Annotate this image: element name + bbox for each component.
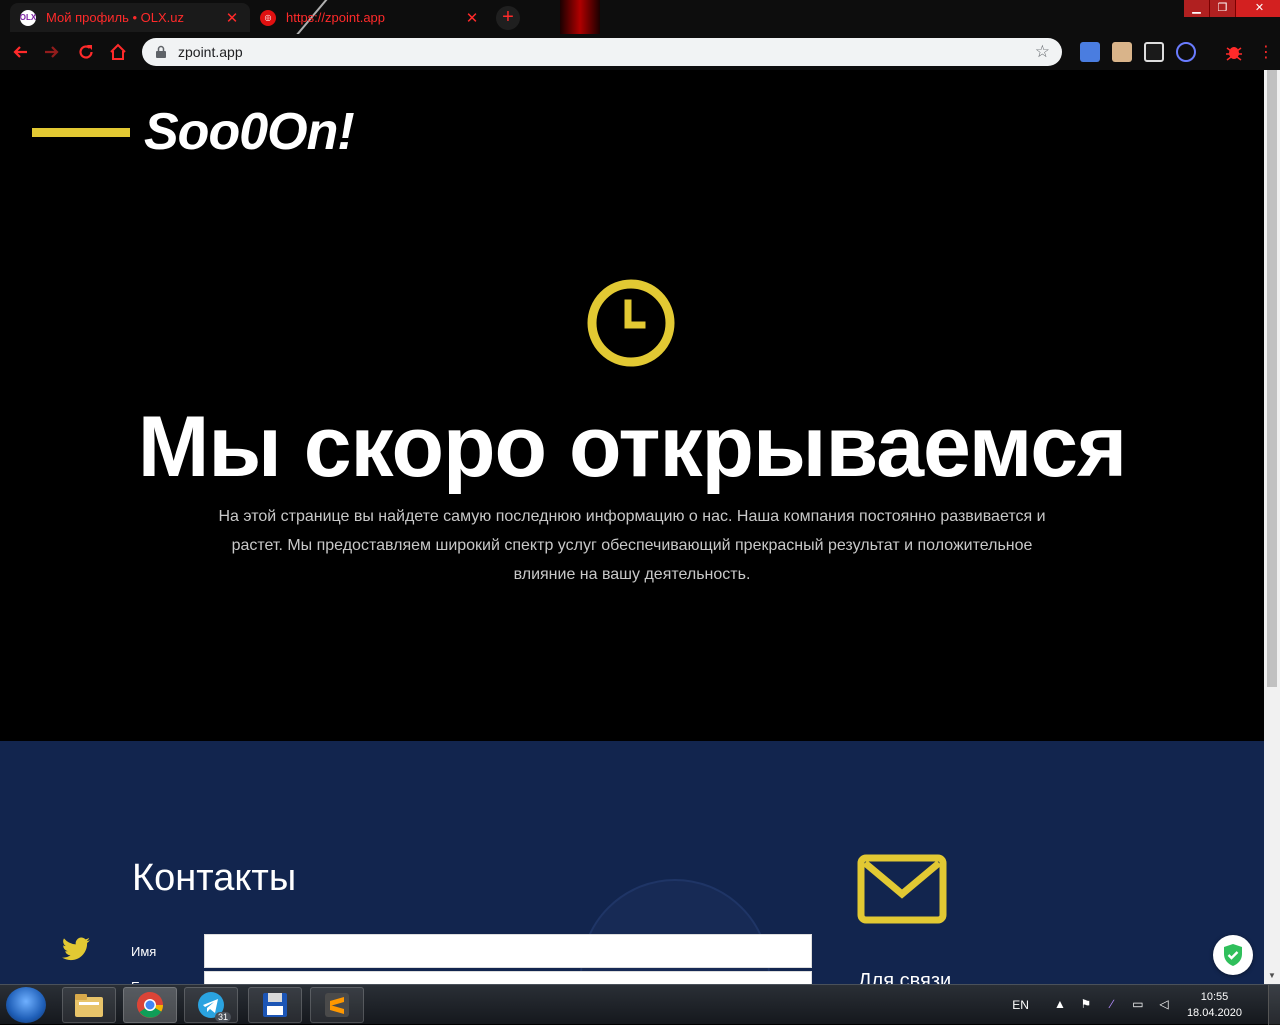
clock-time: 10:55 (1200, 991, 1229, 1003)
sublime-icon (325, 993, 349, 1017)
tab-title: Мой профиль • OLX.uz (46, 10, 185, 25)
browser-tab-strip: OLX Мой профиль • OLX.uz ✕ ◎ https://zpo… (0, 0, 1280, 34)
windows-taskbar: 31 EN ▲ ⚑ ∕ ▭ ◁ 10:55 18.04.2020 (0, 984, 1280, 1025)
new-tab-button[interactable]: + (496, 6, 520, 30)
save-icon (263, 993, 287, 1017)
taskbar-sublime[interactable] (310, 987, 364, 1023)
language-indicator[interactable]: EN (1012, 998, 1029, 1012)
security-shield-button[interactable] (1213, 935, 1253, 975)
contact-info-heading: Для связи (858, 970, 952, 984)
browser-menu-icon[interactable]: ⋮ (1258, 42, 1274, 62)
mail-icon (857, 854, 947, 924)
system-tray: EN ▲ ⚑ ∕ ▭ ◁ 10:55 18.04.2020 (1012, 985, 1280, 1025)
back-button[interactable] (4, 36, 36, 68)
olx-icon: OLX (20, 9, 36, 26)
twitter-icon[interactable] (62, 937, 90, 961)
close-tab-icon[interactable]: ✕ (464, 9, 480, 27)
logo-bar (32, 127, 130, 137)
tab-zpoint[interactable]: ◎ https://zpoint.app ✕ (250, 3, 490, 32)
show-desktop-button[interactable] (1268, 985, 1280, 1025)
page-content: Soo0On! Мы скоро открываемся На этой стр… (0, 70, 1264, 984)
scroll-down-arrow-icon[interactable]: ▼ (1264, 968, 1280, 984)
feather-icon[interactable]: ∕ (1104, 997, 1120, 1013)
taskbar-telegram[interactable]: 31 (184, 987, 238, 1023)
taskbar-chrome[interactable] (123, 987, 177, 1023)
home-button[interactable] (102, 36, 134, 68)
contacts-section: Контакты Имя Е Для связи (0, 741, 1264, 984)
start-button[interactable] (6, 987, 46, 1023)
name-label: Имя (131, 944, 157, 959)
extensions-area: ⋮ (1074, 38, 1274, 66)
back-arrow-icon (13, 46, 27, 58)
tab-olx[interactable]: OLX Мой профиль • OLX.uz ✕ (10, 3, 250, 32)
hero-description: На этой странице вы найдете самую послед… (218, 508, 1046, 583)
name-field[interactable] (204, 934, 812, 968)
background-decoration (560, 0, 600, 34)
telegram-badge: 31 (214, 1012, 231, 1022)
chrome-icon (137, 992, 164, 1018)
clock-date: 18.04.2020 (1186, 1007, 1242, 1019)
circle-extension-icon[interactable] (1176, 42, 1196, 62)
contacts-heading: Контакты (132, 857, 297, 899)
home-icon (110, 43, 126, 60)
taskbar-save-app[interactable] (248, 987, 302, 1023)
shield-check-icon (1224, 944, 1242, 966)
globe-icon: ◎ (260, 9, 276, 26)
browser-toolbar: zpoint.app ☆ ⋮ (0, 34, 1280, 70)
tray-expand-icon[interactable]: ▲ (1052, 997, 1068, 1013)
close-tab-icon[interactable]: ✕ (224, 9, 240, 27)
system-clock[interactable]: 10:55 18.04.2020 (1187, 989, 1242, 1021)
page-scrollbar[interactable]: ▲ ▼ (1264, 70, 1280, 984)
reload-icon (79, 45, 93, 59)
email-field[interactable] (204, 971, 812, 984)
tab-title: https://zpoint.app (286, 10, 386, 25)
site-logo[interactable]: Soo0On! (32, 102, 355, 162)
hero-title: Мы скоро открываемся (137, 399, 1127, 495)
maximize-button[interactable]: ❐ (1210, 0, 1236, 17)
window-controls: ▁ ❐ ✕ (1184, 0, 1280, 17)
reload-button[interactable] (70, 36, 102, 68)
lock-icon (156, 45, 166, 58)
forward-arrow-icon (45, 46, 59, 58)
logo-text: Soo0On! (144, 103, 355, 161)
forward-button[interactable] (36, 36, 68, 68)
volume-icon[interactable]: ◁ (1156, 997, 1172, 1013)
explorer-icon (75, 994, 103, 1017)
flag-icon[interactable]: ⚑ (1078, 997, 1094, 1013)
clock-icon (587, 279, 675, 367)
network-icon[interactable]: ▭ (1130, 997, 1146, 1013)
scrollbar-thumb[interactable] (1267, 70, 1277, 687)
close-window-button[interactable]: ✕ (1236, 0, 1280, 17)
translate-extension-icon[interactable] (1080, 42, 1100, 62)
background-clock-decoration (580, 879, 770, 984)
bug-extension-icon[interactable] (1224, 42, 1244, 62)
taskbar-explorer[interactable] (62, 987, 116, 1023)
minimize-button[interactable]: ▁ (1184, 0, 1210, 17)
url-text: zpoint.app (178, 44, 243, 60)
extension-icon[interactable] (1112, 42, 1132, 62)
bookmark-star-icon[interactable]: ☆ (1035, 42, 1050, 62)
window-extension-icon[interactable] (1144, 42, 1164, 62)
address-bar[interactable]: zpoint.app ☆ (142, 38, 1062, 66)
